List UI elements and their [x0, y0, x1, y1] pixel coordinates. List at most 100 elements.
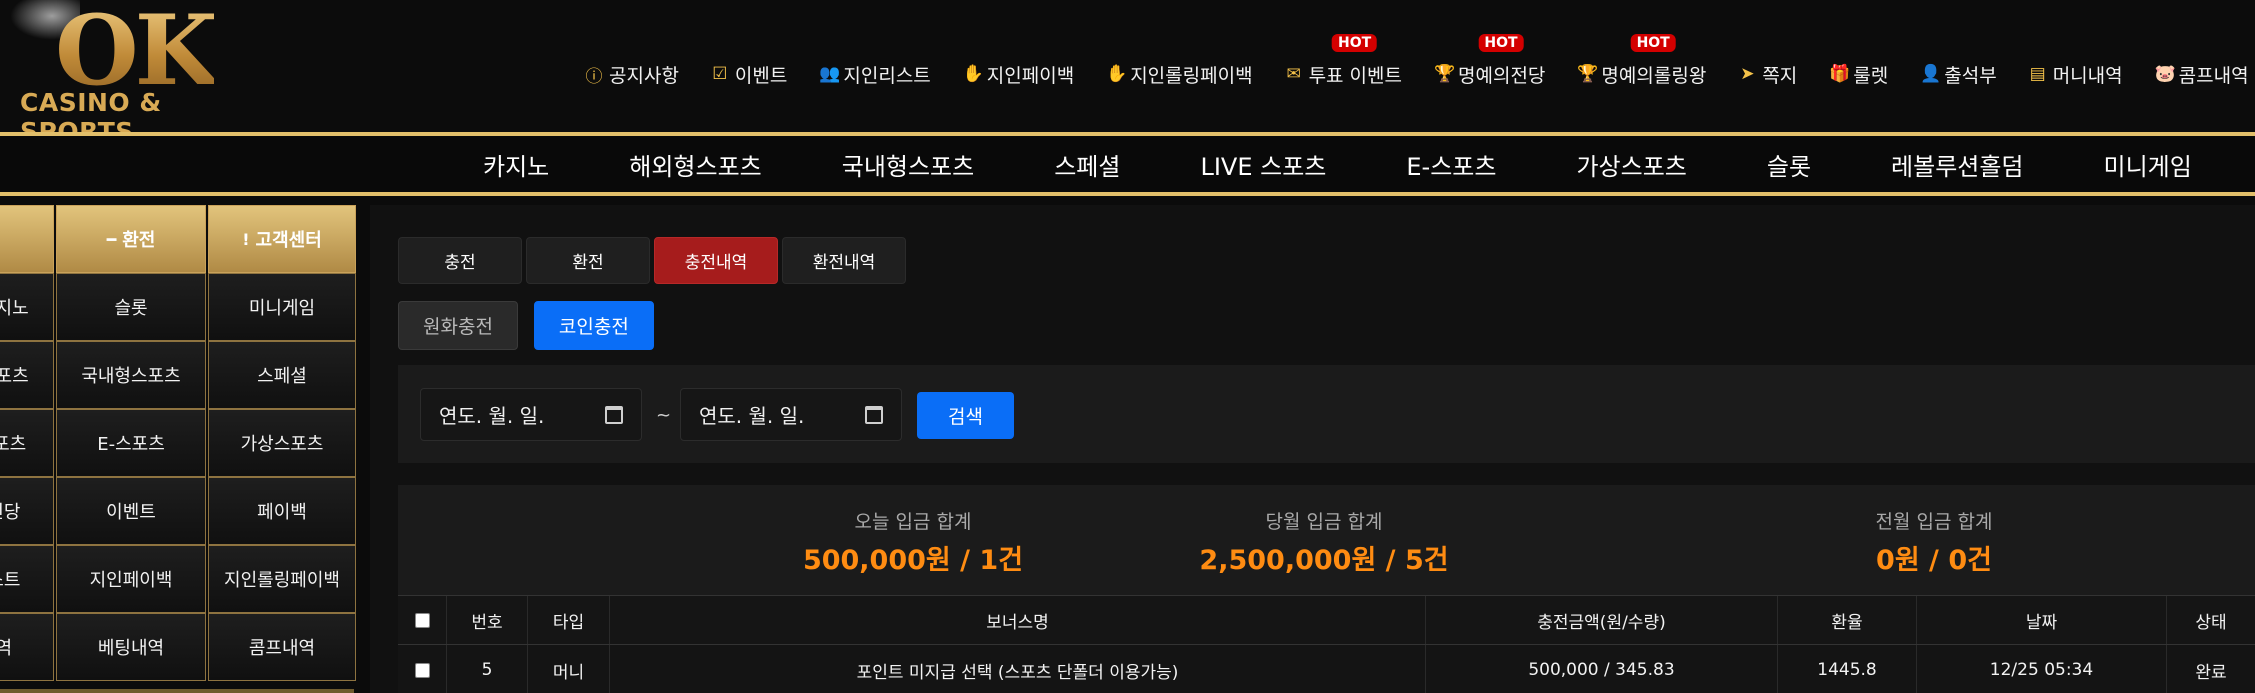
sidebar-button[interactable]: 지인페이백 [56, 545, 206, 613]
top-nav-label: 명예의롤링왕 [1601, 64, 1707, 87]
main-nav-item[interactable]: 국내형스포츠 [842, 147, 974, 182]
summary-value: 0원 / 0건 [1876, 545, 1992, 576]
top-nav-item[interactable]: ➤ 쪽지 [1738, 58, 1797, 90]
sidebar-button[interactable]: 이벤트 [56, 477, 206, 545]
summary-today: 오늘 입금 합계 500,000원 / 1건 [713, 507, 1113, 577]
sidebar-button[interactable]: 지인리스트 [0, 545, 54, 613]
sidebar-button-label: 라이브카지노 [0, 298, 29, 319]
sidebar-button[interactable]: LIVE 스포츠 [0, 409, 54, 477]
paper-plane-icon: ➤ [1740, 64, 1755, 84]
sidebar-button-label: 환전 [122, 230, 156, 251]
row-checkbox[interactable] [414, 662, 430, 678]
main-nav-item[interactable]: 카지노 [483, 147, 549, 182]
calendar-icon[interactable] [865, 405, 883, 424]
date-separator: ~ [656, 405, 672, 426]
main-nav-item[interactable]: E-스포츠 [1406, 147, 1496, 182]
sidebar-button[interactable]: E-스포츠 [56, 409, 206, 477]
sidebar-button[interactable]: ! 고객센터 [208, 205, 356, 273]
tab-item[interactable]: 충전 [398, 237, 522, 284]
top-nav-item[interactable]: 🏆 명예의롤링왕 HOT [1577, 34, 1707, 90]
table-header-cell: 보너스명 [610, 596, 1426, 644]
sidebar-grid: 충전━환전!고객센터라이브카지노 슬롯미니게임해외형스포츠국내형스포츠 스페셜 LIV… [0, 205, 356, 681]
sidebar-button-label: 고객센터 [255, 230, 322, 251]
start-date-input[interactable]: 연도. 월. 일. [420, 388, 642, 441]
tab-item[interactable]: 환전 [526, 237, 650, 284]
table-header-cell: 상태 [2195, 612, 2227, 633]
top-nav-item[interactable]: ▤ 머니내역 [2029, 58, 2123, 90]
top-nav-item[interactable]: ⓘ 공지사항 [585, 58, 679, 90]
sidebar-button[interactable]: 가상스포츠 [208, 409, 356, 477]
summary-this-month: 당월 입금 합계 2,500,000원 / 5건 [1124, 507, 1524, 577]
top-nav-item[interactable]: 🐷 콤프내역 [2155, 58, 2249, 90]
top-nav: ⓘ 공지사항 ☑ 이벤트 👥 지인리스트 ✋ 지인페이백 ✋ 지인롤링페이백 ✉ 투표 이벤트 HOT 🏆… [585, 34, 2255, 90]
main-nav-item[interactable]: 가상스포츠 [1576, 147, 1686, 182]
main-nav-item[interactable]: LIVE 스포츠 [1200, 147, 1326, 182]
sidebar-button[interactable]: 스페셜 [208, 341, 356, 409]
sidebar-button[interactable]: 머니내역 [0, 613, 54, 681]
hot-badge: HOT [1630, 34, 1676, 52]
sidebar-button[interactable]: 국내형스포츠 [56, 341, 206, 409]
table-cell: 12/25 05:34 [1917, 645, 2167, 693]
sidebar-button-label: 페이백 [257, 502, 307, 523]
table-header-cell: 번호 [447, 596, 528, 644]
alert-icon: ! [242, 229, 250, 249]
hand-coin-icon: ✋ [1106, 64, 1128, 84]
top-nav-label: 룰렛 [1853, 64, 1889, 87]
sidebar-button[interactable]: 콤프내역 [208, 613, 356, 681]
top-header: OK CASINO & SPORTS ⓘ공지사항 ☑이벤트 👥지인리스트 ✋지인페이백… [0, 0, 2255, 146]
start-date-placeholder: 연도. 월. 일. [439, 404, 545, 428]
top-nav-item[interactable]: 👤 출석부 [1920, 58, 1996, 90]
select-all-checkbox[interactable] [414, 612, 430, 628]
sidebar-button[interactable]: 미니게임 [208, 273, 356, 341]
subtab-item[interactable]: 원화충전 [398, 301, 518, 350]
main-nav-item[interactable]: 레볼루션홀덤 [1891, 147, 2023, 182]
sidebar-button[interactable]: 라이브카지노 [0, 273, 54, 341]
table-header-cell[interactable] [398, 596, 447, 644]
deposit-history-table: 번호 타입 보너스명 충전금액(원/수량) 환율 날짜 상태 5 머니 포인트 미지급 선택 (… [398, 595, 2255, 693]
top-nav-label: 쪽지 [1762, 64, 1798, 87]
sidebar: 충전━환전!고객센터라이브카지노 슬롯미니게임해외형스포츠국내형스포츠 스페셜 LIV… [0, 205, 356, 693]
subtab-item[interactable]: 코인충전 [533, 301, 654, 350]
sidebar-button[interactable]: 슬롯 [56, 273, 206, 341]
sidebar-button-label: 명예의전당 [0, 502, 21, 523]
vote-icon: ✉ [1286, 64, 1301, 84]
site-logo[interactable]: OK CASINO & SPORTS [10, 0, 270, 146]
sidebar-button[interactable]: 명예의전당 [0, 477, 54, 545]
sidebar-button[interactable]: 지인롤링페이백 [208, 545, 356, 613]
trophy-icon: 🏆 [1434, 64, 1456, 84]
user-stamp-icon: 👤 [1920, 64, 1942, 84]
sidebar-button[interactable]: 페이백 [208, 477, 356, 545]
search-button[interactable]: 검색 [917, 392, 1014, 439]
sidebar-button[interactable]: 해외형스포츠 [0, 341, 54, 409]
tab-item[interactable]: 환전내역 [782, 237, 906, 284]
top-nav-item[interactable]: ☑ 이벤트 [711, 58, 787, 90]
sidebar-button-label: 스페셜 [257, 366, 307, 387]
sidebar-button-label: 콤프내역 [248, 638, 316, 659]
top-nav-label: 콤프내역 [2178, 64, 2249, 87]
table-cell[interactable] [398, 645, 447, 693]
top-nav-label: 지인롤링페이백 [1130, 64, 1253, 87]
sidebar-button[interactable]: ━ 환전 [56, 205, 206, 273]
history-tabs: 충전 환전 충전내역 환전내역 [398, 237, 906, 284]
main-nav-item[interactable]: 해외형스포츠 [629, 147, 761, 182]
top-nav-item[interactable]: 👥 지인리스트 [819, 58, 930, 90]
tab-active[interactable]: 충전내역 [654, 237, 778, 284]
main-nav-item[interactable]: 미니게임 [2104, 147, 2192, 182]
top-nav-item[interactable]: 🎁 룰렛 [1829, 58, 1888, 90]
sidebar-button[interactable]: 베팅내역 [56, 613, 206, 681]
end-date-input[interactable]: 연도. 월. 일. [680, 388, 902, 441]
top-nav-item[interactable]: 🏆 명예의전당 HOT [1434, 34, 1546, 90]
top-nav-item[interactable]: ✋ 지인페이백 [963, 58, 1074, 90]
sidebar-bottom-bar [0, 689, 354, 693]
hot-badge: HOT [1478, 34, 1524, 52]
table-cell: 500,000 / 345.83 [1426, 645, 1778, 693]
sidebar-button[interactable]: 충전 [0, 205, 54, 273]
main-nav-item[interactable]: 스페셜 [1054, 147, 1120, 182]
top-nav-item[interactable]: ✉ 투표 이벤트 HOT [1285, 34, 1402, 90]
calendar-icon[interactable] [605, 405, 623, 424]
main-nav-item[interactable]: 슬롯 [1767, 147, 1811, 182]
summary-value: 2,500,000원 / 5건 [1199, 545, 1449, 576]
top-nav-item[interactable]: ✋ 지인롤링페이백 [1106, 58, 1252, 90]
users-icon: 👥 [819, 64, 841, 84]
top-nav-label: 명예의전당 [1458, 64, 1546, 87]
